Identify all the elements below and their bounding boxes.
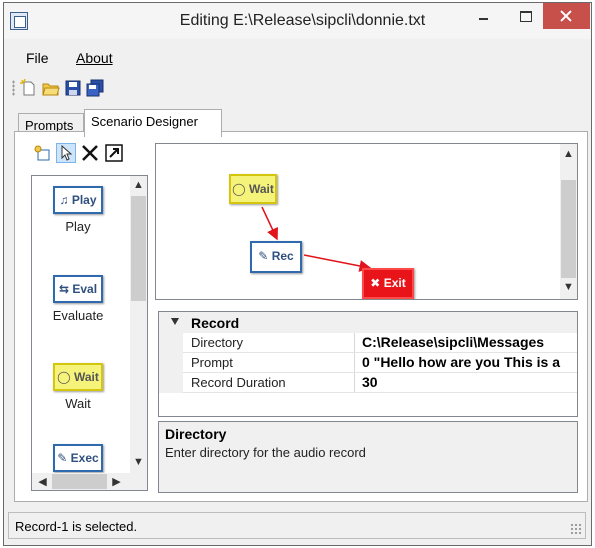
scroll-thumb[interactable] xyxy=(561,180,576,278)
wait-node-label: Wait xyxy=(248,182,274,196)
scroll-left-icon[interactable]: ◀ xyxy=(34,475,51,488)
property-category-label: Record xyxy=(191,315,240,331)
exit-node-label: Exit xyxy=(383,276,406,290)
diagram-canvas[interactable]: ◯ Wait ✎ Rec ✖ Exit ▲ ▼ xyxy=(155,143,578,300)
property-category[interactable]: Record xyxy=(159,312,577,333)
open-folder-icon[interactable] xyxy=(42,79,60,97)
toolbar-grip-icon[interactable] xyxy=(12,80,15,96)
row-gutter xyxy=(159,373,183,393)
menu-about[interactable]: About xyxy=(76,50,113,66)
scroll-up-icon[interactable]: ▲ xyxy=(130,179,147,191)
play-node-icon: ♫ Play xyxy=(53,186,103,214)
wait-node-icon: ◯ Wait xyxy=(53,363,103,391)
palette-item-exec[interactable]: ✎ Exec xyxy=(32,444,124,472)
status-text: Record-1 is selected. xyxy=(15,519,138,534)
record-node-label: Rec xyxy=(271,249,294,263)
property-name: Prompt xyxy=(191,355,233,370)
property-value[interactable]: 0 "Hello how are you This is a xyxy=(362,354,560,370)
property-value[interactable]: 30 xyxy=(362,374,378,390)
export-icon[interactable] xyxy=(104,143,124,163)
resize-grip-icon[interactable] xyxy=(570,523,582,535)
palette-vertical-scrollbar[interactable]: ▲ ▼ xyxy=(130,176,147,474)
maximize-button[interactable] xyxy=(503,3,547,29)
property-description: Directory Enter directory for the audio … xyxy=(158,421,578,493)
property-name: Directory xyxy=(191,335,244,350)
wait-icon-text: Wait xyxy=(73,370,99,384)
wait-node[interactable]: ◯ Wait xyxy=(229,174,277,204)
exec-node-icon: ✎ Exec xyxy=(53,444,103,472)
scroll-down-icon[interactable]: ▼ xyxy=(560,281,577,293)
minimize-button[interactable] xyxy=(461,3,505,29)
node-palette: ♫ Play Play ⇆ Eval Evaluate ◯ Wait Wait … xyxy=(31,175,148,491)
property-row-record-duration[interactable]: Record Duration 30 xyxy=(159,373,577,393)
palette-horizontal-scrollbar[interactable]: ◀ ▶ xyxy=(32,473,147,490)
scroll-down-icon[interactable]: ▼ xyxy=(130,456,147,468)
menu-about-label: About xyxy=(76,50,113,66)
canvas-vertical-scrollbar[interactable]: ▲ ▼ xyxy=(560,144,577,299)
property-value[interactable]: C:\Release\sipcli\Messages xyxy=(362,334,544,350)
property-grid: Record Directory C:\Release\sipcli\Messa… xyxy=(158,311,578,417)
palette-item-label: Play xyxy=(65,219,91,234)
new-file-icon[interactable] xyxy=(20,78,38,97)
scroll-up-icon[interactable]: ▲ xyxy=(560,148,577,160)
palette-item-wait[interactable]: ◯ Wait Wait xyxy=(32,363,124,411)
pointer-icon[interactable] xyxy=(56,143,76,163)
column-divider[interactable] xyxy=(354,353,355,373)
add-node-icon[interactable] xyxy=(32,143,52,163)
scroll-thumb[interactable] xyxy=(52,474,107,489)
save-all-icon[interactable] xyxy=(86,79,104,97)
palette-item-evaluate[interactable]: ⇆ Eval Evaluate xyxy=(32,275,124,323)
title-bar[interactable]: Editing E:\Release\sipcli\donnie.txt xyxy=(4,3,591,39)
close-button[interactable] xyxy=(543,3,590,29)
status-bar: Record-1 is selected. xyxy=(8,512,586,539)
palette-item-play[interactable]: ♫ Play Play xyxy=(32,186,124,234)
description-title: Directory xyxy=(165,426,227,442)
delete-icon[interactable] xyxy=(80,143,100,163)
row-divider xyxy=(183,392,577,393)
column-divider[interactable] xyxy=(354,373,355,393)
connector-arrows xyxy=(261,206,372,272)
description-text: Enter directory for the audio record xyxy=(165,445,366,460)
row-gutter xyxy=(159,333,183,353)
tab-scenario-designer-label: Scenario Designer xyxy=(91,114,198,129)
scroll-right-icon[interactable]: ▶ xyxy=(108,475,125,488)
palette-item-label: Wait xyxy=(65,396,91,411)
exit-node[interactable]: ✖ Exit xyxy=(362,268,414,299)
eval-icon-text: Eval xyxy=(72,282,98,296)
row-gutter xyxy=(159,353,183,373)
palette-item-label: Evaluate xyxy=(52,308,104,323)
column-divider[interactable] xyxy=(354,333,355,353)
menu-file-label: File xyxy=(26,50,49,66)
property-name: Record Duration xyxy=(191,375,286,390)
save-icon[interactable] xyxy=(64,79,82,97)
eval-node-icon: ⇆ Eval xyxy=(53,275,103,303)
property-row-prompt[interactable]: Prompt 0 "Hello how are you This is a xyxy=(159,353,577,373)
main-toolbar xyxy=(12,77,142,99)
play-icon-text: Play xyxy=(71,193,97,207)
tab-scenario-designer[interactable]: Scenario Designer xyxy=(84,109,222,137)
exec-icon-text: Exec xyxy=(70,451,99,465)
scroll-thumb[interactable] xyxy=(131,196,146,301)
record-node[interactable]: ✎ Rec xyxy=(250,241,302,273)
menu-file[interactable]: File xyxy=(26,50,49,66)
collapse-icon[interactable] xyxy=(171,318,179,325)
property-row-directory[interactable]: Directory C:\Release\sipcli\Messages xyxy=(159,333,577,353)
